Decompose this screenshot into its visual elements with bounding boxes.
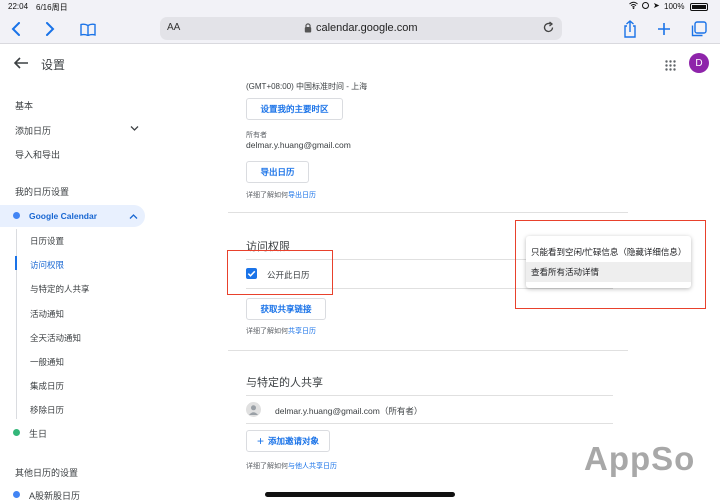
sidebar-sub-calendar-settings[interactable]: 日历设置 (30, 235, 64, 247)
sidebar-sub-allday-notifications[interactable]: 全天活动通知 (30, 332, 81, 344)
chevron-up-icon[interactable] (129, 212, 138, 219)
set-timezone-button[interactable]: 设置我的主要时区 (246, 98, 343, 120)
reload-icon[interactable] (542, 21, 555, 34)
chevron-down-icon[interactable] (130, 124, 139, 132)
lock-rotation-icon (642, 2, 649, 9)
apps-grid-icon[interactable] (665, 58, 676, 71)
export-help-prefix: 详细了解如何 (246, 192, 288, 199)
forward-chevron-icon[interactable] (40, 19, 60, 39)
battery-icon (690, 3, 708, 11)
shared-person-email: delmar.y.huang@gmail.com（所有者） (275, 406, 423, 416)
sidebar-item-general[interactable]: 基本 (15, 99, 33, 112)
section-divider (228, 212, 628, 213)
address-bar[interactable]: AA calendar.google.com (160, 17, 562, 40)
menu-item-all-details[interactable]: 查看所有活动详情 (526, 262, 691, 282)
other-calendar-settings-heading: 其他日历的设置 (15, 468, 79, 478)
plus-icon: + (256, 434, 264, 448)
share-row-divider (246, 423, 613, 424)
back-arrow-icon[interactable] (13, 55, 29, 71)
lock-icon (304, 22, 312, 33)
share-specific-title: 与特定的人共享 (246, 377, 323, 389)
sidebar-item-birthday[interactable]: 生日 (29, 427, 47, 440)
settings-header: 设置 D (0, 45, 720, 83)
watermark-logo: AppSo (584, 440, 696, 477)
person-avatar-icon (246, 402, 261, 417)
tabs-overview-icon[interactable] (689, 19, 709, 39)
add-people-help-link[interactable]: 与他人共享日历 (288, 463, 337, 470)
add-people-button[interactable]: + 添加邀请对象 (246, 430, 330, 452)
url-text: calendar.google.com (316, 22, 418, 34)
status-time: 22:04 (8, 2, 29, 11)
owner-label: 所有者 (246, 132, 267, 139)
share-icon[interactable] (620, 19, 640, 39)
sidebar-item-add-calendar[interactable]: 添加日历 (15, 124, 51, 137)
export-help-link[interactable]: 导出日历 (288, 192, 316, 199)
calendar-color-dot (13, 212, 20, 219)
permission-popup-menu: 只能看到空闲/忙碌信息（隐藏详细信息） 查看所有活动详情 (526, 236, 691, 288)
bookmarks-icon[interactable] (78, 19, 98, 39)
birthday-color-dot (13, 429, 20, 436)
back-chevron-icon[interactable] (6, 19, 26, 39)
calendar-name: Google Calendar (29, 211, 98, 221)
sidebar-sub-remove[interactable]: 移除日历 (30, 404, 64, 416)
sidebar-sub-share[interactable]: 与特定的人共享 (30, 283, 90, 295)
add-people-label: 添加邀请对象 (268, 436, 320, 446)
sidebar-item-other-calendar[interactable]: A股新股日历 (29, 489, 80, 502)
text-size-button[interactable]: AA (167, 22, 180, 33)
home-indicator[interactable] (265, 492, 455, 497)
share-help-text: 详细了解如何共享日历 (246, 326, 316, 336)
export-help-text: 详细了解如何导出日历 (246, 190, 316, 200)
export-calendar-button[interactable]: 导出日历 (246, 161, 309, 183)
sidebar-sub-general-notifications[interactable]: 一般通知 (30, 356, 64, 368)
other-calendar-dot (13, 491, 20, 498)
add-people-help-prefix: 详细了解如何 (246, 463, 288, 470)
my-calendar-settings-heading: 我的日历设置 (15, 187, 70, 197)
active-indicator (15, 256, 17, 270)
highlight-box-checkbox (227, 250, 333, 295)
owner-email: delmar.y.huang@gmail.com (246, 140, 351, 150)
settings-sidebar: 基本 添加日历 导入和导出 我的日历设置 Google Calendar 日历设… (0, 84, 155, 503)
sidebar-sub-access[interactable]: 访问权限 (30, 259, 64, 271)
wifi-icon (629, 1, 638, 9)
status-bar: 22:04 6/16周日 ➤ 100% (0, 0, 720, 14)
sidebar-sub-event-notifications[interactable]: 活动通知 (30, 308, 64, 320)
menu-item-free-busy[interactable]: 只能看到空闲/忙碌信息（隐藏详细信息） (526, 242, 691, 262)
share-help-link[interactable]: 共享日历 (288, 328, 316, 335)
sidebar-sub-integrate[interactable]: 集成日历 (30, 380, 64, 392)
page-title: 设置 (41, 58, 66, 72)
status-date: 6/16周日 (36, 3, 68, 12)
get-share-link-button[interactable]: 获取共享链接 (246, 298, 326, 320)
sidebar-calendar-google[interactable]: Google Calendar (0, 205, 145, 227)
share-divider (246, 395, 613, 396)
new-tab-icon[interactable] (654, 19, 674, 39)
section-divider (228, 350, 628, 351)
timezone-text: (GMT+08:00) 中国标准时间 - 上海 (246, 82, 368, 91)
add-people-help-text: 详细了解如何与他人共享日历 (246, 461, 337, 471)
share-help-prefix: 详细了解如何 (246, 328, 288, 335)
location-icon: ➤ (653, 1, 660, 10)
browser-toolbar: AA calendar.google.com (0, 14, 720, 44)
battery-percent: 100% (664, 2, 685, 11)
sidebar-item-import-export[interactable]: 导入和导出 (15, 148, 60, 161)
avatar[interactable]: D (689, 53, 709, 73)
